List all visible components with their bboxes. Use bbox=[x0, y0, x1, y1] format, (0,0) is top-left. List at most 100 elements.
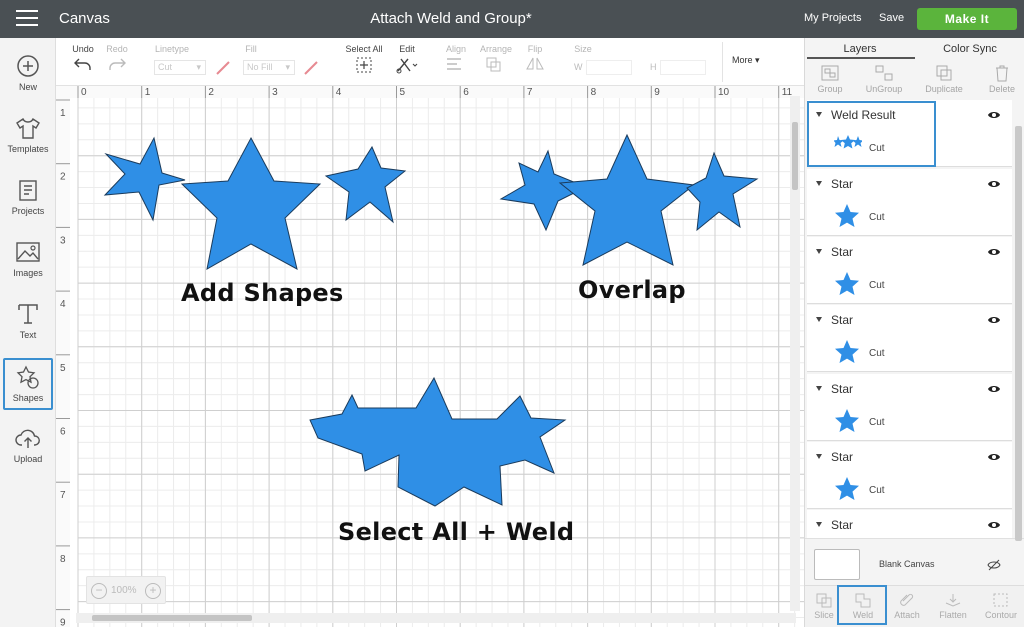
ruler-label: 6 bbox=[463, 87, 469, 98]
weld-result-highlight bbox=[807, 101, 936, 167]
layer-name: Star bbox=[831, 245, 854, 259]
my-projects-link[interactable]: My Projects bbox=[804, 12, 861, 24]
sidebar-item-upload[interactable]: Upload bbox=[3, 424, 53, 476]
layer-name: Star bbox=[831, 518, 854, 532]
sidebar-item-shapes[interactable]: Shapes bbox=[3, 358, 53, 410]
shirt-icon bbox=[16, 117, 40, 139]
expand-caret-icon[interactable] bbox=[816, 249, 822, 254]
arrange-button[interactable]: Arrange bbox=[478, 44, 514, 74]
layer-type: Cut bbox=[869, 212, 885, 223]
small-star-left[interactable] bbox=[103, 136, 186, 222]
chevron-down-icon: ▾ bbox=[285, 62, 290, 72]
align-button[interactable]: Align bbox=[442, 44, 470, 74]
save-button[interactable]: Save bbox=[879, 12, 904, 24]
large-star-center[interactable] bbox=[180, 136, 322, 270]
layers-scrollbar[interactable] bbox=[1015, 126, 1022, 541]
eye-hidden-icon[interactable] bbox=[987, 559, 1001, 571]
sidebar-label-new: New bbox=[18, 82, 37, 92]
tab-color-sync[interactable]: Color Sync bbox=[915, 43, 1024, 55]
left-sidebar: New Templates Projects Images Text Shape… bbox=[0, 38, 56, 627]
expand-caret-icon[interactable] bbox=[816, 522, 822, 527]
sidebar-item-images[interactable]: Images bbox=[3, 238, 53, 290]
blank-canvas-swatch[interactable] bbox=[814, 549, 860, 580]
tab-layers[interactable]: Layers bbox=[805, 43, 915, 55]
attach-button[interactable]: Attach bbox=[885, 592, 929, 620]
duplicate-icon bbox=[936, 65, 952, 81]
more-button[interactable]: More ▾ bbox=[732, 55, 760, 66]
duplicate-button[interactable]: Duplicate bbox=[915, 64, 973, 94]
projects-icon bbox=[19, 180, 37, 201]
eye-icon[interactable] bbox=[987, 452, 1001, 462]
ruler-label: 9 bbox=[654, 87, 660, 98]
sidebar-label-shapes: Shapes bbox=[12, 393, 44, 403]
delete-button[interactable]: Delete bbox=[973, 64, 1024, 94]
sidebar-item-text[interactable]: Text bbox=[3, 300, 53, 352]
layer-item-star[interactable]: Star Cut bbox=[807, 442, 1012, 509]
sidebar-item-projects[interactable]: Projects bbox=[3, 176, 53, 228]
blank-canvas-row[interactable]: Blank Canvas bbox=[805, 538, 1024, 585]
welded-shape[interactable] bbox=[309, 376, 567, 507]
flatten-button[interactable]: Flatten bbox=[931, 592, 975, 620]
linetype-value: Cut bbox=[158, 62, 173, 72]
small-star-right[interactable] bbox=[324, 145, 407, 224]
layer-type: Cut bbox=[869, 280, 885, 291]
layer-name: Star bbox=[831, 313, 854, 327]
group-button[interactable]: Group bbox=[801, 64, 859, 94]
layer-item-star[interactable]: Star Cut bbox=[807, 169, 1012, 236]
layer-item-star[interactable]: Star Cut bbox=[807, 374, 1012, 441]
active-tab-indicator bbox=[807, 57, 915, 59]
star-thumbnail bbox=[835, 340, 859, 363]
select-all-label: Select All bbox=[345, 44, 383, 54]
overlap-star-center[interactable] bbox=[558, 133, 696, 266]
edit-button[interactable]: Edit bbox=[392, 44, 422, 76]
flip-button[interactable]: Flip bbox=[520, 44, 550, 74]
sidebar-item-new[interactable]: New bbox=[3, 52, 53, 104]
eye-icon[interactable] bbox=[987, 315, 1001, 325]
undo-button[interactable]: Undo bbox=[70, 44, 96, 74]
flatten-icon bbox=[945, 594, 961, 607]
arrange-label: Arrange bbox=[479, 44, 513, 54]
sidebar-label-images: Images bbox=[13, 268, 43, 278]
ruler-label: 5 bbox=[400, 87, 406, 98]
expand-caret-icon[interactable] bbox=[816, 386, 822, 391]
redo-button[interactable]: Redo bbox=[104, 44, 130, 74]
eye-icon[interactable] bbox=[987, 247, 1001, 257]
design-canvas[interactable]: 0 1 2 3 4 5 6 7 8 9 10 11 1 2 3 4 5 6 7 8 9 Add Shapes Overl… bbox=[56, 86, 804, 627]
eye-icon[interactable] bbox=[987, 110, 1001, 120]
fill-select[interactable]: No Fill ▾ bbox=[243, 60, 295, 75]
align-label: Align bbox=[445, 44, 466, 54]
layer-item-star[interactable]: Star Cut bbox=[807, 237, 1012, 304]
size-width-input[interactable] bbox=[586, 60, 632, 75]
expand-caret-icon[interactable] bbox=[816, 454, 822, 459]
select-all-button[interactable]: Select All bbox=[342, 44, 386, 76]
horizontal-scrollbar[interactable] bbox=[76, 613, 796, 623]
eye-icon[interactable] bbox=[987, 384, 1001, 394]
vertical-scrollbar-thumb[interactable] bbox=[792, 122, 798, 190]
contour-button[interactable]: Contour bbox=[979, 592, 1023, 620]
text-icon bbox=[18, 304, 38, 324]
horizontal-scrollbar-thumb[interactable] bbox=[92, 615, 252, 621]
linetype-select[interactable]: Cut ▾ bbox=[154, 60, 206, 75]
layer-item-star[interactable]: Star bbox=[807, 510, 1012, 538]
welded-stars[interactable] bbox=[306, 376, 576, 516]
size-height-input[interactable] bbox=[660, 60, 706, 75]
add-shapes-label: Add Shapes bbox=[181, 279, 344, 307]
plus-circle-icon bbox=[17, 55, 39, 77]
eye-icon[interactable] bbox=[987, 179, 1001, 189]
make-it-button[interactable]: Make It bbox=[917, 8, 1017, 30]
ungroup-button[interactable]: UnGroup bbox=[855, 64, 913, 94]
zoom-in-icon[interactable]: + bbox=[145, 583, 161, 599]
size-height-label: H bbox=[650, 62, 657, 72]
delete-label: Delete bbox=[988, 84, 1015, 94]
sidebar-item-templates[interactable]: Templates bbox=[3, 114, 53, 166]
layer-item-star[interactable]: Star Cut bbox=[807, 305, 1012, 372]
overlap-star-right[interactable] bbox=[686, 151, 759, 232]
select-weld-label: Select All + Weld bbox=[338, 518, 575, 546]
zoom-control: − 100% + bbox=[86, 576, 166, 604]
expand-caret-icon[interactable] bbox=[816, 181, 822, 186]
vertical-scrollbar[interactable] bbox=[790, 96, 800, 611]
expand-caret-icon[interactable] bbox=[816, 317, 822, 322]
zoom-out-icon[interactable]: − bbox=[91, 583, 107, 599]
ungroup-label: UnGroup bbox=[865, 84, 903, 94]
eye-icon[interactable] bbox=[987, 520, 1001, 530]
